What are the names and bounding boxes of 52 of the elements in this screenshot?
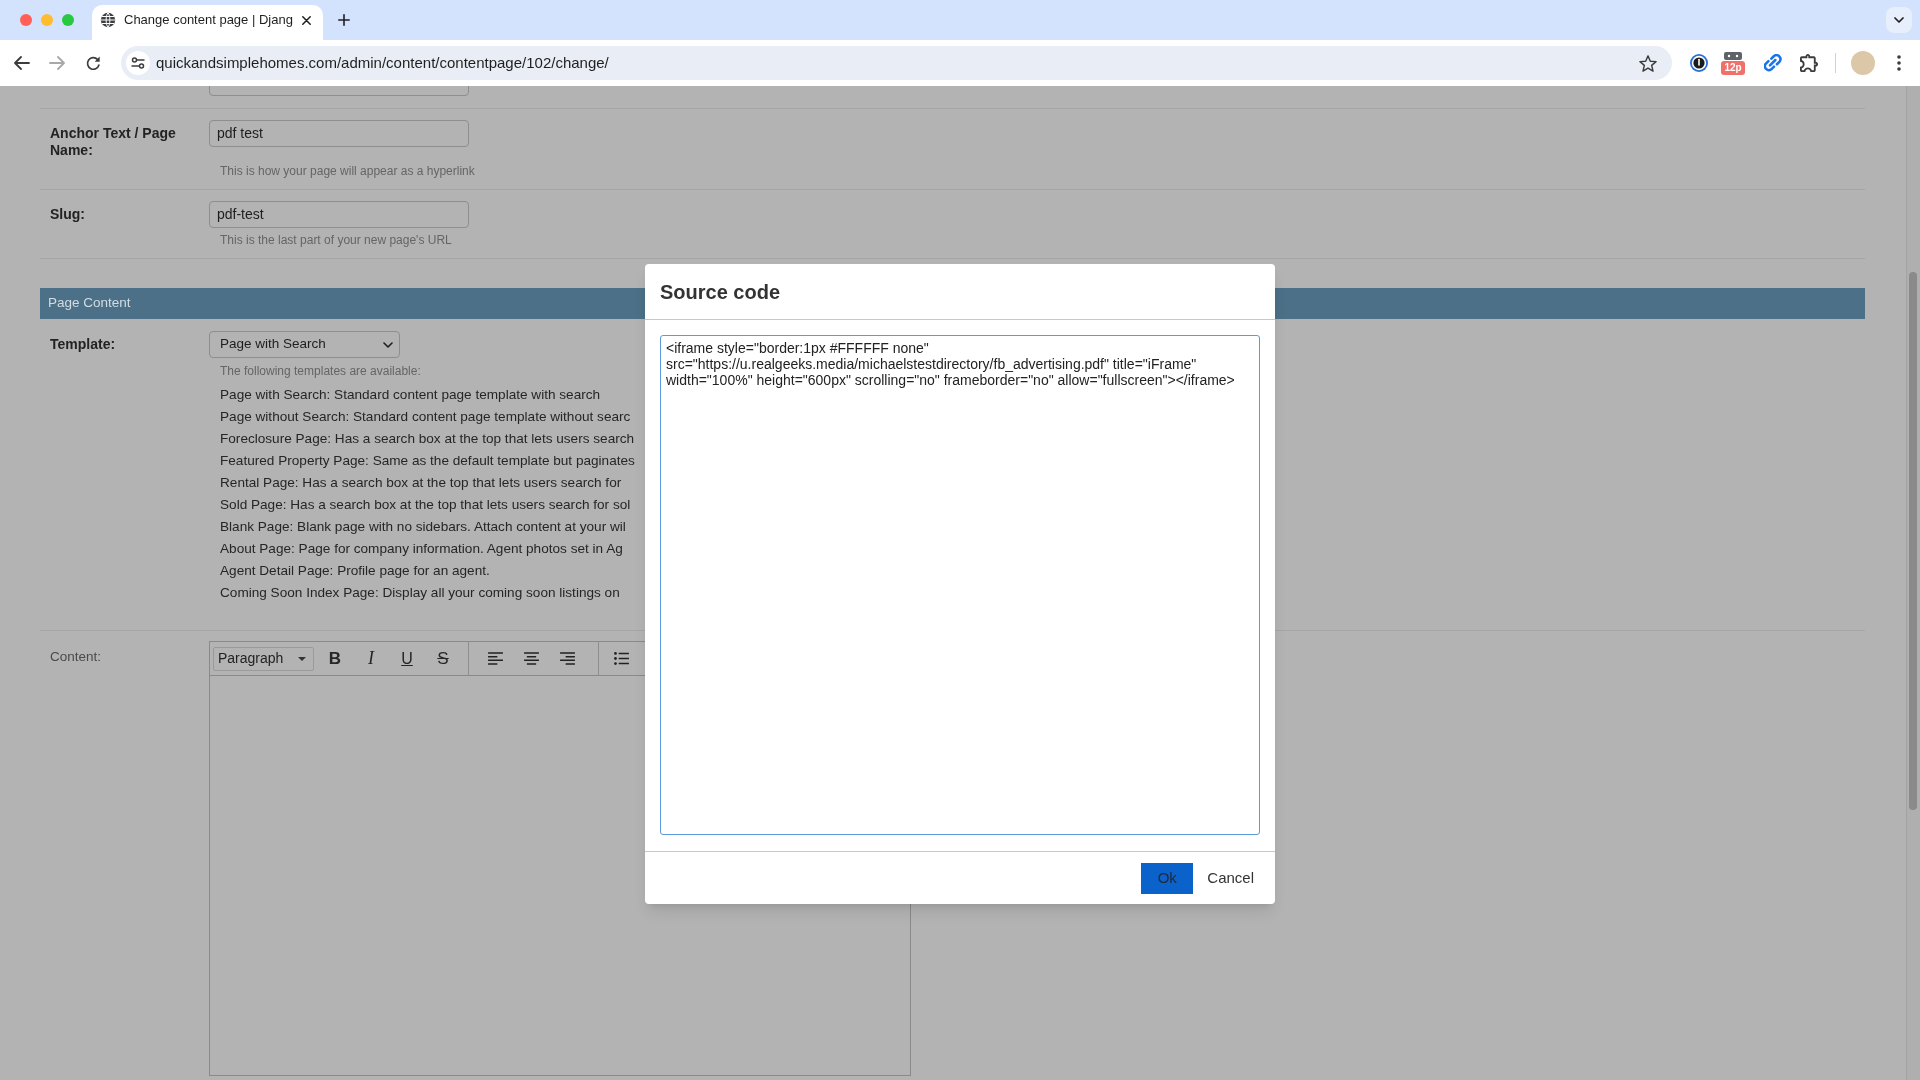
template-select[interactable]: Page with Search	[209, 331, 400, 358]
input-field[interactable]: pdf-test	[209, 201, 469, 228]
help-text: This is how your page will appear as a hyperlink	[220, 164, 475, 178]
template-description: Rental Page: Has a search box at the top that lets users search for	[220, 474, 622, 492]
chevron-down-icon	[383, 341, 393, 348]
template-description: Agent Detail Page: Profile page for an agent.	[220, 562, 490, 580]
bulleted-list-icon[interactable]	[614, 652, 629, 665]
template-description: Sold Page: Has a search box at the top that lets users search for sol	[220, 496, 631, 514]
align-center-icon[interactable]	[523, 652, 539, 665]
block-format-dropdown[interactable]: Paragraph	[213, 646, 314, 671]
template-description: Foreclosure Page: Has a search box at the top that lets users search	[220, 430, 635, 448]
tab-list-button[interactable]	[1886, 7, 1912, 33]
template-description: Featured Property Page: Same as the default template but paginates	[220, 452, 635, 470]
cancel-button[interactable]: Cancel	[1201, 862, 1260, 894]
field-label: Content:	[50, 648, 102, 664]
caret-down-icon	[298, 656, 306, 661]
chevron-down-icon	[1894, 17, 1904, 23]
star-icon[interactable]	[1639, 54, 1657, 72]
field-label: Slug:	[50, 206, 85, 222]
field-label: Anchor Text / Page Name:	[50, 125, 176, 158]
italic-button[interactable]: I	[356, 644, 386, 673]
calendar-icon[interactable]	[1724, 51, 1742, 60]
link-icon[interactable]	[1764, 54, 1782, 72]
template-description: About Page: Page for company information. Agent photos set in Ag	[220, 540, 623, 558]
scrollbar[interactable]	[1906, 86, 1920, 1080]
template-description: Page with Search: Standard content page template with search	[220, 386, 601, 404]
underline-button[interactable]: U	[392, 644, 422, 673]
notification-badge: 12p	[1721, 60, 1745, 75]
template-description: Coming Soon Index Page: Display all your coming soon listings on	[220, 584, 620, 602]
input-field[interactable]: pdf test	[209, 120, 469, 147]
bold-button[interactable]: B	[320, 644, 350, 673]
close-icon[interactable]	[302, 15, 311, 25]
arrow-left-icon[interactable]	[14, 56, 30, 70]
strikethrough-button[interactable]: S	[428, 644, 458, 673]
scrollbar-thumb[interactable]	[1909, 272, 1917, 810]
field-label: Template:	[50, 336, 116, 352]
address-bar[interactable]: quickandsimplehomes.com/admin/content/contentpage/102/change/	[121, 46, 1672, 80]
source-code-textarea[interactable]: <iframe style="border:1px #FFFFFF none" src="https://u.realgeeks.media/michaelstestdirectory/fb_advertising.pdf" title="iFrame" width="100%" height="600px" scrolling="no" frameborder="no" allow="fullscreen"></iframe>	[660, 335, 1260, 835]
reload-icon[interactable]	[86, 55, 101, 71]
keyhole-circle-icon[interactable]	[1690, 54, 1708, 72]
help-text: The following templates are available:	[220, 364, 421, 378]
help-text: This is the last part of your new page's URL	[220, 233, 452, 247]
plus-icon[interactable]	[338, 14, 350, 26]
more-vertical-icon[interactable]	[1897, 55, 1901, 71]
globe-icon	[100, 12, 116, 28]
template-description: Blank Page: Blank page with no sidebars. Attach content at your wil	[220, 518, 626, 536]
template-description: Page without Search: Standard content page template without searc	[220, 408, 631, 426]
puzzle-piece-icon[interactable]	[1800, 54, 1818, 72]
align-left-icon[interactable]	[487, 652, 503, 665]
align-right-icon[interactable]	[559, 652, 575, 665]
browser-tab[interactable]: Change content page | Djang	[92, 5, 323, 40]
sliders-icon[interactable]	[126, 51, 150, 75]
